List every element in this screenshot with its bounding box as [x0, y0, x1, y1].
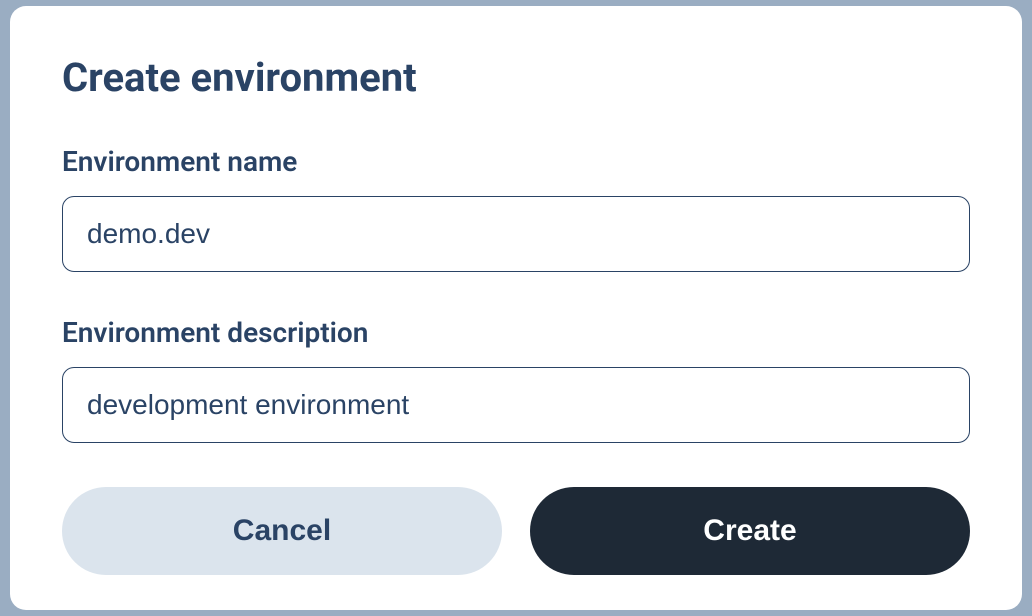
environment-name-label: Environment name [62, 145, 970, 178]
environment-description-label: Environment description [62, 316, 970, 349]
modal-title: Create environment [62, 54, 970, 101]
environment-name-group: Environment name [62, 145, 970, 272]
cancel-button[interactable]: Cancel [62, 487, 502, 575]
create-environment-modal: Create environment Environment name Envi… [10, 6, 1022, 610]
environment-description-input[interactable] [62, 367, 970, 443]
create-button[interactable]: Create [530, 487, 970, 575]
environment-name-input[interactable] [62, 196, 970, 272]
environment-description-group: Environment description [62, 316, 970, 443]
button-row: Cancel Create [62, 487, 970, 575]
